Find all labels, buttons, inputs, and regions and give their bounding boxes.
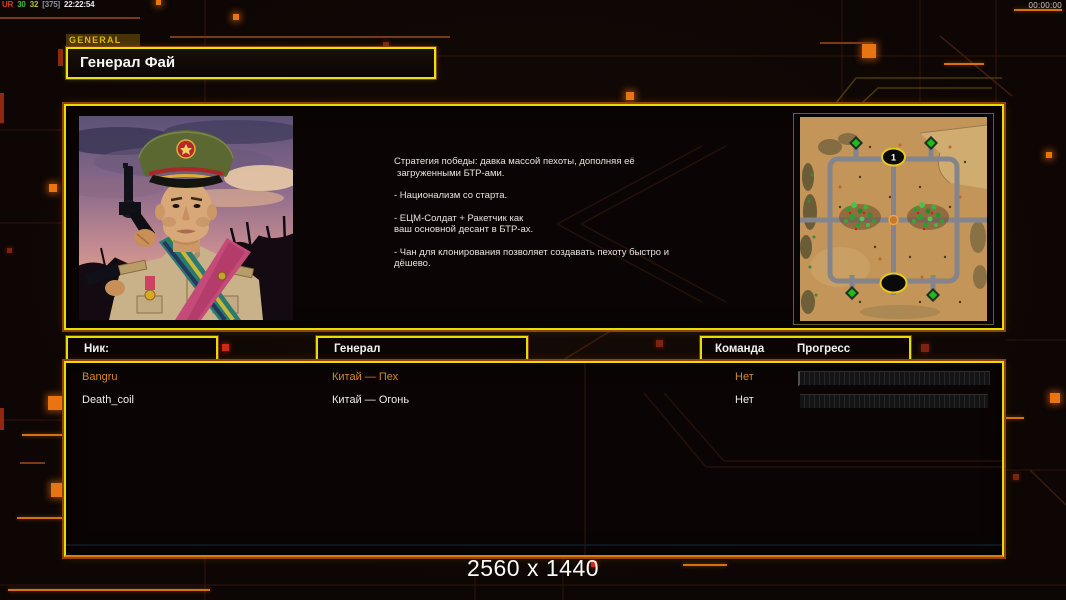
deco-line xyxy=(58,49,63,66)
header-nick: Ник: xyxy=(66,336,218,362)
deco-line xyxy=(820,42,873,44)
progress-bar xyxy=(798,371,990,386)
deco-square xyxy=(7,248,12,253)
debug-token: 32 xyxy=(29,0,39,9)
deco-line xyxy=(944,63,984,65)
strategy-line: загруженными БТР-ами. xyxy=(397,167,505,179)
deco-square xyxy=(656,340,663,347)
deco-square xyxy=(1050,393,1060,403)
deco-square xyxy=(1046,152,1052,158)
player-list-panel: Bangru Китай — Пех Нет Death_coil Китай … xyxy=(64,361,1004,557)
general-name-box: Генерал Фай xyxy=(66,47,436,79)
strategy-line: - Чан для клонирования позволяет создава… xyxy=(394,246,670,258)
deco-square xyxy=(862,44,876,58)
loading-screen: UR 30 32 [375] 22:22:54 00:00:00 GENERAL… xyxy=(0,0,1066,600)
debug-token: 30 xyxy=(17,0,26,9)
strategy-line: - Национализм со старта. xyxy=(394,190,508,201)
deco-square xyxy=(156,0,161,5)
deco-square xyxy=(222,344,229,351)
general-name: Генерал Фай xyxy=(80,54,176,71)
deco-line xyxy=(0,408,4,430)
match-clock: 00:00:00 xyxy=(1028,1,1062,10)
deco-line xyxy=(17,517,63,519)
minimap-start-marker-2 xyxy=(879,272,908,294)
deco-line xyxy=(0,17,140,19)
progress-bar xyxy=(800,394,988,409)
player-general: Китай — Пех xyxy=(332,371,399,383)
strategy-text: Стратегия победы: давка массой пехоты, д… xyxy=(394,156,724,270)
deco-square xyxy=(233,14,239,20)
minimap-frame: 1 xyxy=(793,113,994,325)
general-tab: GENERAL xyxy=(66,34,140,47)
minimap: 1 xyxy=(800,117,987,321)
general-portrait-image xyxy=(79,116,293,320)
header-progress-label: Прогресс xyxy=(797,343,851,355)
debug-overlay: UR 30 32 [375] 22:22:54 xyxy=(2,0,96,9)
general-info-panel: Стратегия победы: давка массой пехоты, д… xyxy=(64,104,1004,330)
deco-square xyxy=(48,396,62,410)
deco-line xyxy=(8,589,210,591)
player-row: Death_coil Китай — Огонь Нет xyxy=(66,390,1002,410)
header-general: Генерал xyxy=(316,336,528,362)
deco-line xyxy=(170,36,450,38)
debug-token: UR xyxy=(2,0,14,9)
deco-line xyxy=(0,93,4,123)
strategy-line: ваш основной десант в БТР-ах. xyxy=(394,224,534,235)
general-portrait xyxy=(79,116,293,320)
strategy-line: дёшево. xyxy=(394,258,431,269)
player-team: Нет xyxy=(735,371,754,383)
deco-line xyxy=(22,434,66,436)
resolution-watermark: 2560 x 1440 xyxy=(466,555,600,581)
header-nick-label: Ник: xyxy=(84,343,109,355)
minimap-start-marker-1: 1 xyxy=(881,147,906,167)
debug-token: [375] xyxy=(42,0,60,9)
header-team-progress: Команда Прогресс xyxy=(700,336,911,362)
player-team: Нет xyxy=(735,394,754,406)
debug-token: 22:22:54 xyxy=(63,0,95,9)
player-name: Bangru xyxy=(82,371,118,383)
deco-square xyxy=(626,92,634,100)
player-row: Bangru Китай — Пех Нет xyxy=(66,367,1002,387)
deco-square xyxy=(921,344,929,352)
svg-text:1: 1 xyxy=(891,153,896,163)
header-team-label: Команда xyxy=(715,343,765,355)
deco-square xyxy=(51,483,65,497)
deco-square xyxy=(49,184,57,192)
deco-square xyxy=(1013,474,1019,480)
player-name: Death_coil xyxy=(82,394,134,406)
strategy-line: - ЕЦМ-Солдат + Ракетчик как xyxy=(394,212,524,224)
header-general-label: Генерал xyxy=(334,343,381,355)
strategy-line: Стратегия победы: давка массой пехоты, д… xyxy=(394,156,635,167)
player-general: Китай — Огонь xyxy=(332,394,410,406)
deco-line xyxy=(20,462,45,464)
